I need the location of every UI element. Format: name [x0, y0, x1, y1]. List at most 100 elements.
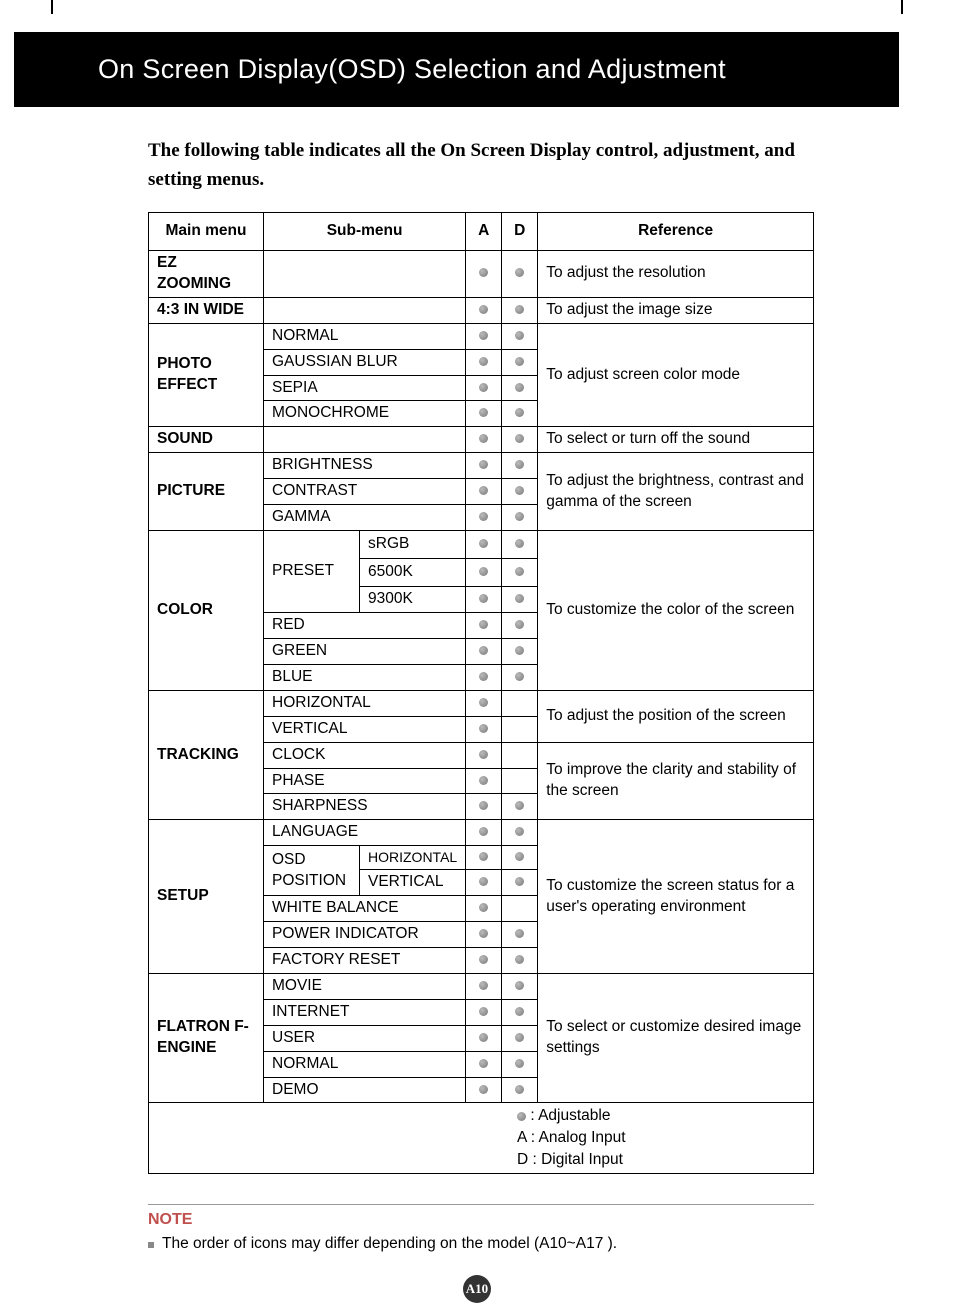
- main-cell: PHOTO EFFECT: [149, 323, 264, 427]
- d-cell: [502, 870, 538, 896]
- sub2-cell: 9300K: [360, 587, 466, 613]
- dot-icon: [515, 383, 524, 392]
- th-sub: Sub-menu: [264, 213, 466, 251]
- table-row: PICTURE BRIGHTNESS To adjust the brightn…: [149, 453, 814, 479]
- d-cell: [502, 375, 538, 401]
- a-cell: [466, 664, 502, 690]
- legend-row: : Adjustable A : Analog Input D : Digita…: [149, 1103, 814, 1173]
- a-cell: [466, 401, 502, 427]
- dot-icon: [479, 434, 488, 443]
- dot-icon: [515, 408, 524, 417]
- dot-icon: [515, 567, 524, 576]
- a-cell: [466, 612, 502, 638]
- dot-icon: [515, 331, 524, 340]
- table-row: COLOR PRESET sRGB To customize the color…: [149, 531, 814, 559]
- th-a: A: [466, 213, 502, 251]
- dot-icon: [479, 724, 488, 733]
- dot-icon: [479, 460, 488, 469]
- ref-cell: To select or turn off the sound: [538, 427, 814, 453]
- a-cell: [466, 559, 502, 587]
- sub-cell: PRESET: [264, 531, 360, 613]
- a-cell: [466, 453, 502, 479]
- dot-icon: [479, 1033, 488, 1042]
- dot-icon: [515, 620, 524, 629]
- sub-cell: NORMAL: [264, 323, 466, 349]
- crop-marks-top: [0, 0, 954, 14]
- main-cell: TRACKING: [149, 690, 264, 820]
- dot-icon: [479, 877, 488, 886]
- a-cell: [466, 999, 502, 1025]
- dot-icon: [515, 1033, 524, 1042]
- table-row: EZ ZOOMING To adjust the resolution: [149, 250, 814, 297]
- table-row: PHOTO EFFECT NORMAL To adjust screen col…: [149, 323, 814, 349]
- d-cell: [502, 999, 538, 1025]
- d-cell: [502, 690, 538, 716]
- main-cell: PICTURE: [149, 453, 264, 531]
- dot-icon: [479, 1085, 488, 1094]
- dot-icon: [515, 460, 524, 469]
- d-cell: [502, 922, 538, 948]
- a-cell: [466, 922, 502, 948]
- dot-icon: [479, 776, 488, 785]
- th-d: D: [502, 213, 538, 251]
- a-cell: [466, 794, 502, 820]
- d-cell: [502, 768, 538, 794]
- legend-analog: A : Analog Input: [517, 1127, 805, 1149]
- a-cell: [466, 297, 502, 323]
- dot-icon: [479, 750, 488, 759]
- a-cell: [466, 742, 502, 768]
- a-cell: [466, 1025, 502, 1051]
- main-cell: EZ ZOOMING: [149, 250, 264, 297]
- table-row: FLATRON F-ENGINE MOVIE To select or cust…: [149, 973, 814, 999]
- dot-icon: [479, 357, 488, 366]
- dot-icon: [515, 539, 524, 548]
- sub-cell: NORMAL: [264, 1051, 466, 1077]
- dot-icon: [515, 1059, 524, 1068]
- legend-box: : Adjustable A : Analog Input D : Digita…: [517, 1105, 805, 1170]
- dot-icon: [479, 305, 488, 314]
- dot-icon: [515, 646, 524, 655]
- sub-cell: BLUE: [264, 664, 466, 690]
- dot-icon: [479, 1007, 488, 1016]
- d-cell: [502, 479, 538, 505]
- dot-icon: [515, 594, 524, 603]
- a-cell: [466, 896, 502, 922]
- page-number-badge: A10: [463, 1275, 491, 1303]
- dot-icon: [479, 512, 488, 521]
- dot-icon: [479, 929, 488, 938]
- note-block: NOTE The order of icons may differ depen…: [148, 1204, 814, 1253]
- sub-cell: CONTRAST: [264, 479, 466, 505]
- a-cell: [466, 587, 502, 613]
- main-cell: SOUND: [149, 427, 264, 453]
- a-cell: [466, 638, 502, 664]
- d-cell: [502, 794, 538, 820]
- note-item: The order of icons may differ depending …: [148, 1235, 814, 1253]
- main-cell: SETUP: [149, 820, 264, 974]
- a-cell: [466, 250, 502, 297]
- a-cell: [466, 690, 502, 716]
- sub-cell: GAUSSIAN BLUR: [264, 349, 466, 375]
- osd-table: Main menu Sub-menu A D Reference EZ ZOOM…: [148, 212, 814, 1174]
- sub-cell: MOVIE: [264, 973, 466, 999]
- sub2-cell: sRGB: [360, 531, 466, 559]
- d-cell: [502, 297, 538, 323]
- dot-icon: [515, 1085, 524, 1094]
- d-cell: [502, 716, 538, 742]
- a-cell: [466, 870, 502, 896]
- d-cell: [502, 664, 538, 690]
- intro-text: The following table indicates all the On…: [148, 137, 814, 194]
- a-cell: [466, 768, 502, 794]
- dot-icon: [479, 486, 488, 495]
- a-cell: [466, 820, 502, 846]
- sub-cell: LANGUAGE: [264, 820, 466, 846]
- table-row: SETUP LANGUAGE To customize the screen s…: [149, 820, 814, 846]
- dot-icon: [515, 357, 524, 366]
- dot-icon: [515, 434, 524, 443]
- ref-cell: To customize the color of the screen: [538, 531, 814, 691]
- dot-icon: [479, 852, 488, 861]
- ref-cell: To adjust the image size: [538, 297, 814, 323]
- sub-cell: CLOCK: [264, 742, 466, 768]
- d-cell: [502, 947, 538, 973]
- dot-icon: [515, 512, 524, 521]
- sub-cell: OSD POSITION: [264, 846, 360, 896]
